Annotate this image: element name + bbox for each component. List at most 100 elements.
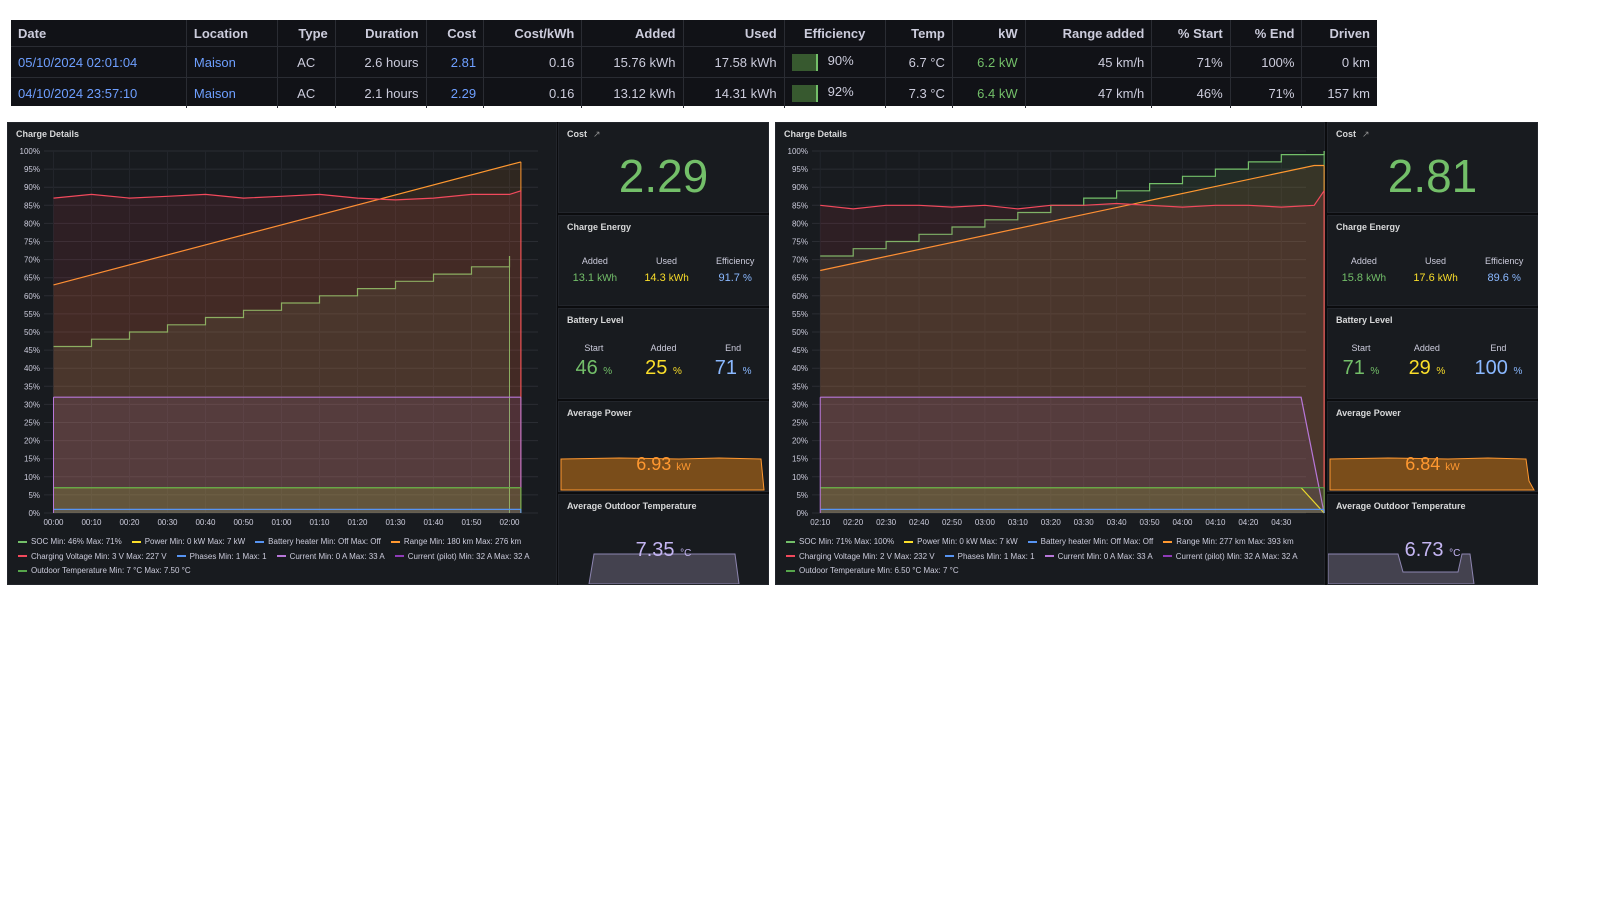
power-number: 6.84 — [1405, 454, 1441, 474]
y-tick-label: 65% — [24, 274, 40, 283]
legend-item[interactable]: SOC Min: 46% Max: 71% — [18, 537, 122, 546]
legend-label: Current (pilot) Min: 32 A Max: 32 A — [407, 551, 530, 561]
legend-item[interactable]: Current (pilot) Min: 32 A Max: 32 A — [1162, 552, 1298, 561]
cost-value: 2.29 — [618, 150, 709, 202]
battery-end-value: 71 — [714, 357, 738, 379]
legend-label: Power Min: 0 kW Max: 7 kW — [917, 537, 1018, 546]
legend-item[interactable]: Current Min: 0 A Max: 33 A — [276, 551, 385, 561]
duration-cell: 2.6 hours — [334, 46, 427, 78]
col-header[interactable]: kW — [951, 20, 1026, 47]
energy-added-value: 13.1 — [572, 272, 595, 284]
charge-date-link[interactable]: 04/10/2024 23:57:10 — [11, 77, 187, 108]
col-header[interactable]: Used — [682, 20, 785, 47]
stat-label: Start — [584, 343, 604, 353]
y-tick-label: 15% — [792, 455, 808, 464]
col-header[interactable]: % End — [1229, 20, 1302, 47]
legend-item[interactable]: Current (pilot) Min: 32 A Max: 32 A — [394, 551, 530, 561]
panel-title: Charge Energy — [567, 222, 632, 232]
legend-item[interactable]: Power Min: 0 kW Max: 7 kW — [904, 537, 1018, 546]
energy-used-value: 17.6 — [1413, 272, 1435, 284]
unit: kW — [676, 462, 691, 473]
energy-added-stat: Added 13.1 kWh — [573, 256, 617, 284]
col-header[interactable]: Added — [581, 20, 683, 47]
y-tick-label: 5% — [28, 491, 40, 500]
legend-item[interactable]: Range Min: 277 km Max: 393 km — [1163, 537, 1294, 546]
col-header[interactable]: Cost — [425, 20, 484, 47]
x-tick-label: 02:40 — [909, 518, 930, 527]
legend-item[interactable]: Current Min: 0 A Max: 33 A — [1044, 552, 1153, 561]
legend-item[interactable]: Phases Min: 1 Max: 1 — [176, 552, 267, 561]
col-header[interactable]: Efficiency — [783, 20, 886, 47]
legend-swatch — [18, 569, 27, 572]
y-tick-label: 45% — [24, 346, 40, 355]
energy-added-value: 15.8 — [1341, 272, 1364, 284]
col-header[interactable]: Duration — [334, 20, 427, 47]
panel-title: Battery Level — [1336, 315, 1393, 325]
range-added-cell: 47 km/h — [1024, 77, 1152, 108]
unit: kW — [1445, 462, 1460, 473]
location-link[interactable]: Maison — [185, 46, 278, 78]
col-header[interactable]: Date — [11, 20, 186, 47]
y-tick-label: 70% — [24, 256, 40, 265]
charge-date-link[interactable]: 05/10/2024 02:01:04 — [11, 46, 187, 78]
efficiency-cell: 92% — [783, 77, 886, 108]
start-pct-cell: 46% — [1151, 77, 1231, 108]
stat-value: 46 % — [575, 357, 612, 380]
charge-details-chart[interactable]: 0% 5% 10% 15% 20% 25% 30% 35% 40% 45% 50% 55% 60% 65%… — [8, 123, 558, 586]
legend-item[interactable]: Power Min: 0 kW Max: 7 kW — [131, 537, 245, 546]
panel-title: Battery Level — [567, 315, 624, 325]
legend-item[interactable]: Phases Min: 1 Max: 1 — [944, 552, 1035, 561]
col-header[interactable]: Location — [185, 20, 278, 47]
chart-legend: SOC Min: 46% Max: 71% Power Min: 0 kW Max… — [18, 535, 553, 579]
duration-cell: 2.1 hours — [334, 77, 427, 108]
legend-swatch — [394, 555, 404, 558]
stat-label: End — [1490, 343, 1507, 353]
y-tick-label: 10% — [792, 473, 808, 482]
col-header[interactable]: % Start — [1151, 20, 1231, 47]
charge-details-chart[interactable]: 0% 5% 10% 15% 20% 25% 30% 35% 40% 45% 50% 55% 60% 65%… — [776, 123, 1326, 586]
col-header[interactable]: Cost/kWh — [483, 20, 582, 47]
stat-value: 71 % — [1343, 357, 1380, 380]
legend-item[interactable]: Range Min: 180 km Max: 276 km — [390, 537, 521, 546]
external-link-icon[interactable]: ↗ — [1362, 129, 1370, 139]
panel-title: Average Power — [567, 408, 632, 418]
charges-table: Date Location Type Duration Cost Cost/kW… — [11, 20, 1377, 108]
battery-end-value: 100 — [1474, 357, 1508, 379]
legend-item[interactable]: Outdoor Temperature Min: 6.50 °C Max: 7 … — [786, 566, 959, 575]
battery-level-panel: Battery Level Start 71 % Added 29 % End 100… — [1327, 308, 1538, 399]
col-header[interactable]: Type — [276, 20, 336, 47]
start-pct-cell: 71% — [1151, 46, 1231, 78]
col-header[interactable]: Driven — [1301, 20, 1377, 47]
col-header[interactable]: Temp — [884, 20, 953, 47]
legend-swatch — [276, 555, 286, 558]
y-tick-label: 20% — [792, 437, 808, 446]
legend-item[interactable]: Battery heater Min: Off Max: Off — [1027, 537, 1153, 546]
legend-swatch — [255, 540, 265, 543]
battery-start-stat: Start 46 % — [575, 343, 612, 380]
x-tick-label: 02:20 — [843, 518, 864, 527]
legend-item[interactable]: Charging Voltage Min: 2 V Max: 232 V — [786, 552, 935, 561]
battery-added-stat: Added 29 % — [1409, 343, 1446, 380]
stat-value: 100 % — [1475, 357, 1523, 380]
cost-link[interactable]: 2.81 — [425, 46, 484, 78]
y-tick-label: 100% — [788, 147, 808, 156]
x-tick-label: 00:10 — [81, 518, 102, 527]
cost-link[interactable]: 2.29 — [425, 77, 484, 108]
end-pct-cell: 71% — [1229, 77, 1302, 108]
added-cell: 15.76 kWh — [581, 46, 683, 78]
y-tick-label: 30% — [24, 400, 40, 409]
legend-item[interactable]: Charging Voltage Min: 3 V Max: 227 V — [18, 552, 167, 561]
charge-details-panel: 0% 5% 10% 15% 20% 25% 30% 35% 40% 45% 50% 55% 60% 65%… — [775, 122, 1325, 585]
type-cell: AC — [276, 46, 336, 78]
col-header[interactable]: Range added — [1024, 20, 1152, 47]
table-row: 05/10/2024 02:01:04 Maison AC 2.6 hours … — [11, 46, 1377, 78]
legend-item[interactable]: Outdoor Temperature Min: 7 °C Max: 7.50 … — [18, 566, 191, 575]
location-link[interactable]: Maison — [185, 77, 278, 108]
legend-item[interactable]: Battery heater Min: Off Max: Off — [255, 537, 381, 546]
stat-value: 71 % — [715, 357, 752, 380]
external-link-icon[interactable]: ↗ — [593, 129, 601, 139]
energy-used-value: 14.3 — [644, 272, 666, 284]
legend-item[interactable]: SOC Min: 71% Max: 100% — [786, 537, 894, 546]
legend-label: Range Min: 277 km Max: 393 km — [1176, 537, 1294, 546]
legend-label: Current Min: 0 A Max: 33 A — [289, 551, 385, 561]
